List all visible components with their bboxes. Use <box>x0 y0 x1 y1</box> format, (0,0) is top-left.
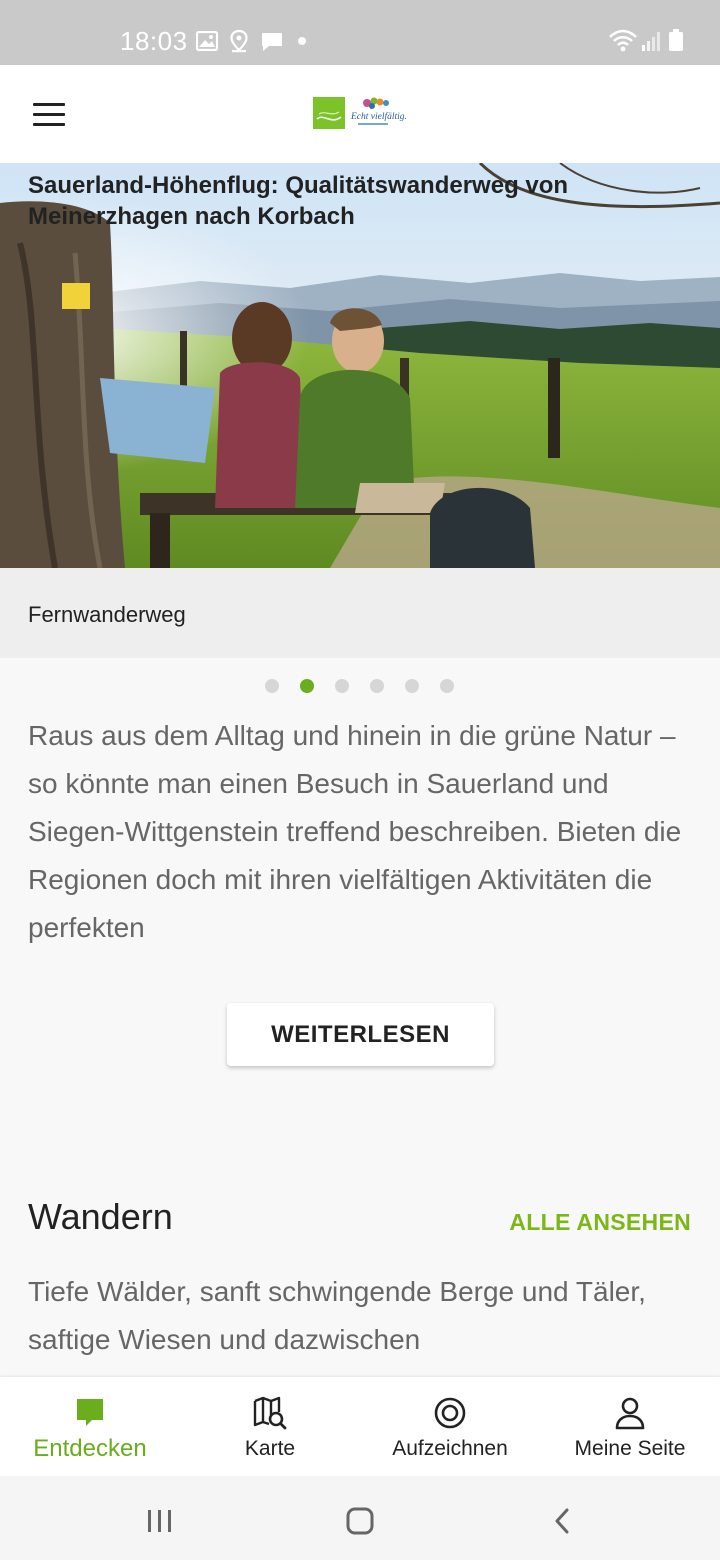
image-icon <box>196 31 218 51</box>
nav-item-aufzeichnen[interactable]: Aufzeichnen <box>360 1377 540 1476</box>
signal-icon <box>642 32 660 51</box>
discover-icon <box>77 1399 103 1426</box>
recent-apps-icon[interactable] <box>146 1508 174 1534</box>
see-all-link[interactable]: ALLE ANSEHEN <box>509 1209 691 1236</box>
hero-category: Fernwanderweg <box>28 602 186 627</box>
pager-dot-active[interactable] <box>300 679 314 693</box>
nav-item-meine-seite[interactable]: Meine Seite <box>540 1377 720 1476</box>
pager-dot[interactable] <box>405 679 419 693</box>
battery-icon <box>669 29 683 51</box>
nav-label: Entdecken <box>33 1435 147 1462</box>
pager-dot[interactable] <box>370 679 384 693</box>
notification-dot <box>298 37 306 45</box>
user-icon <box>615 1397 645 1430</box>
app-screen: 18:03 Echt vielfältig. Sauerland-Höhenfl… <box>0 0 720 1560</box>
nav-label: Karte <box>244 1437 296 1460</box>
logo-text: Echt vielfältig. <box>350 111 407 122</box>
read-more-button[interactable]: WEITERLESEN <box>227 1003 494 1066</box>
message-icon <box>262 33 282 51</box>
nav-item-karte[interactable]: Karte <box>180 1377 360 1476</box>
intro-text: Raus aus dem Alltag und hinein in die gr… <box>28 720 682 943</box>
hamburger-icon[interactable] <box>33 103 65 127</box>
section-title: Wandern <box>28 1196 173 1237</box>
nav-label: Meine Seite <box>574 1437 686 1460</box>
wifi-icon <box>609 29 637 52</box>
record-icon <box>434 1397 466 1429</box>
brand-logo[interactable]: Echt vielfältig. <box>313 97 409 131</box>
pager-dot[interactable] <box>335 679 349 693</box>
system-nav-bar <box>0 1476 720 1560</box>
status-bar: 18:03 <box>0 0 720 65</box>
carousel-pager[interactable] <box>265 679 475 693</box>
location-icon <box>230 29 248 53</box>
pager-dot[interactable] <box>265 679 279 693</box>
status-time: 18:03 <box>120 26 188 56</box>
map-search-icon <box>253 1396 287 1430</box>
nav-item-entdecken[interactable]: Entdecken <box>0 1377 180 1476</box>
nav-label: Aufzeichnen <box>392 1437 508 1460</box>
hero-title[interactable]: Sauerland-Höhenflug: Qualitätswanderweg … <box>28 170 668 232</box>
home-icon[interactable] <box>345 1506 375 1536</box>
bottom-nav: Entdecken Karte Aufzeichnen Meine Seite <box>0 1377 720 1476</box>
back-icon[interactable] <box>552 1507 572 1535</box>
section-text: Tiefe Wälder, sanft schwingende Berge un… <box>28 1276 646 1355</box>
pager-dot[interactable] <box>440 679 454 693</box>
